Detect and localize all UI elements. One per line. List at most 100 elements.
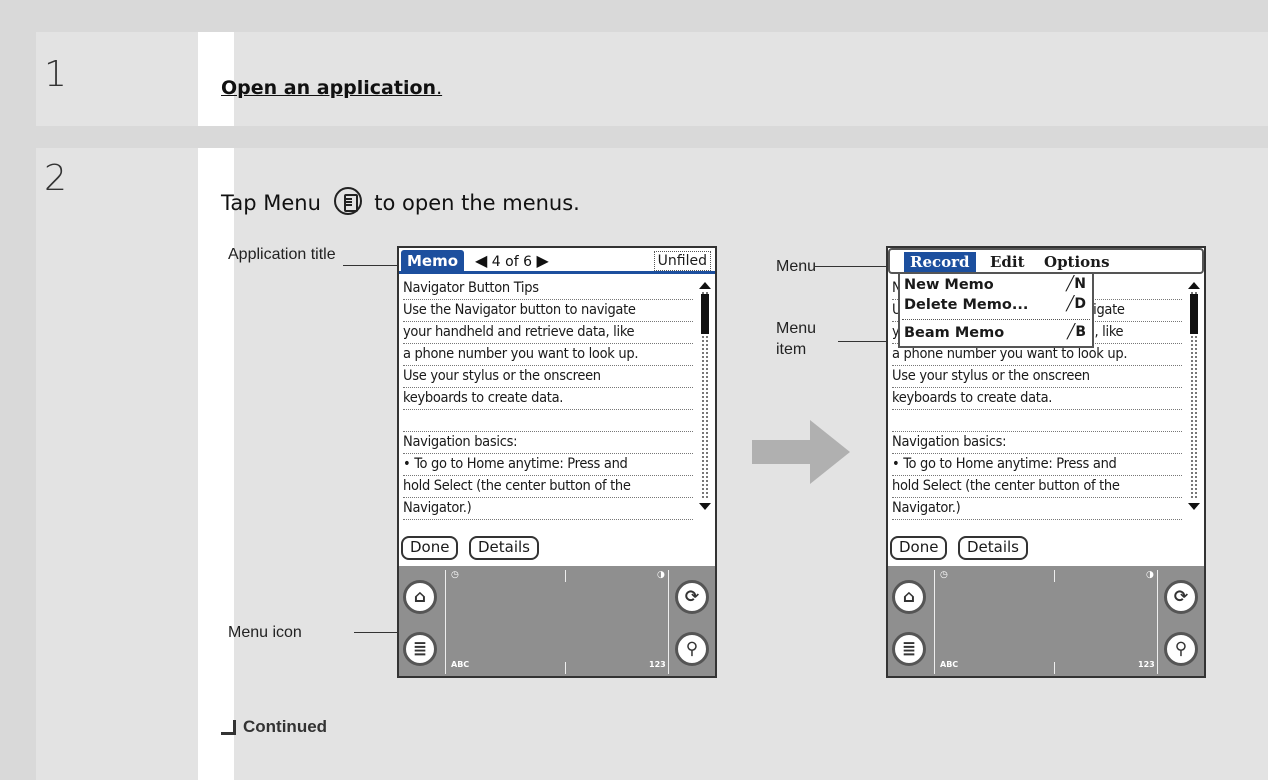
next-record-icon[interactable]: ▶ [536, 251, 548, 270]
memo-line: Use your stylus or the onscreen [892, 366, 1182, 388]
continued-label: Continued [243, 717, 328, 736]
scroll-thumb[interactable] [701, 294, 709, 334]
writing-area[interactable] [934, 570, 1158, 674]
menu-bar: Record Edit Options [888, 248, 1204, 274]
home-icon[interactable]: ⌂ [892, 580, 926, 614]
clock-icon[interactable]: ◷ [451, 570, 459, 580]
writing-divider [1054, 570, 1055, 582]
memo-line: keyboards to create data. [892, 388, 1182, 410]
menu-item-new-memo[interactable]: New Memo [904, 276, 994, 294]
tap-menu-label: Tap Menu [221, 191, 321, 215]
graffiti-area[interactable]: ◷ ◑ ABC 123 ⌂ ≣ ⟳ ⚲ [888, 566, 1204, 676]
menu-icon-leader [354, 632, 400, 633]
menu-separator [902, 319, 1090, 320]
open-menus-label: to open the menus. [374, 191, 580, 215]
step-number-column: 1 [36, 32, 198, 126]
memo-line: hold Select (the center button of the [892, 476, 1182, 498]
numeric-keyboard-label[interactable]: 123 [1138, 660, 1155, 669]
memo-line: Navigator Button Tips [403, 278, 693, 300]
menu-icon[interactable]: ≣ [403, 632, 437, 666]
graffiti-area[interactable]: ◷ ◑ ABC 123 ⌂ ≣ ⟳ ⚲ [399, 566, 715, 676]
memo-line [892, 410, 1182, 432]
details-button[interactable]: Details [958, 536, 1029, 560]
app-title[interactable]: Memo [401, 250, 465, 272]
scroll-up-icon[interactable] [1188, 282, 1200, 289]
writing-divider [1054, 662, 1055, 674]
menu-item-beam-memo[interactable]: Beam Memo [904, 324, 1004, 342]
step-gap [36, 126, 1268, 148]
record-menu-dropdown: New Memo ╱N Delete Memo... ╱D Beam Memo … [898, 272, 1094, 348]
scroll-down-icon[interactable] [1188, 503, 1200, 510]
menu-options[interactable]: Options [1044, 252, 1110, 272]
step-2-text: Tap Menu to open the menus. [221, 187, 580, 218]
writing-divider [565, 570, 566, 582]
handheld-screen-before: Memo ◀ 4 of 6 ▶ Unfiled Navigator Button… [397, 246, 717, 678]
memo-line: Use the Navigator button to navigate [403, 300, 693, 322]
clock-icon[interactable]: ◷ [940, 570, 948, 580]
contrast-icon[interactable]: ◑ [1146, 570, 1154, 580]
shortcut-delete-memo: ╱D [1065, 296, 1086, 312]
numeric-keyboard-label[interactable]: 123 [649, 660, 666, 669]
scroll-thumb[interactable] [1190, 294, 1198, 334]
step-1-period: . [436, 77, 443, 99]
memo-line: hold Select (the center button of the [403, 476, 693, 498]
menu-icon[interactable]: ≣ [892, 632, 926, 666]
contrast-icon[interactable]: ◑ [657, 570, 665, 580]
scrollbar[interactable] [699, 282, 711, 510]
memo-line: keyboards to create data. [403, 388, 693, 410]
menu-leader [814, 266, 888, 267]
shortcut-key: D [1074, 296, 1086, 312]
scrollbar[interactable] [1188, 282, 1200, 510]
menu-item-delete-memo[interactable]: Delete Memo... [904, 296, 1028, 314]
step-number: 2 [44, 158, 67, 199]
memo-line: Navigator.) [892, 498, 1182, 520]
left-margin [0, 0, 36, 780]
record-position: 4 of 6 [491, 254, 532, 270]
details-button[interactable]: Details [469, 536, 540, 560]
find-icon[interactable]: ⚲ [1164, 632, 1198, 666]
application-title-callout: Application title [228, 246, 336, 263]
application-title-leader [343, 265, 397, 266]
shortcut-new-memo: ╱N [1065, 276, 1086, 292]
page: 1 2 Open an application. Tap Menu to ope… [0, 0, 1268, 780]
transition-arrow-icon [752, 420, 850, 484]
memo-line: • To go to Home anytime: Press and [892, 454, 1182, 476]
menu-callout: Menu [776, 258, 817, 275]
column-divider [198, 148, 234, 780]
find-icon[interactable]: ⚲ [675, 632, 709, 666]
favorites-icon[interactable]: ⟳ [675, 580, 709, 614]
abc-keyboard-label[interactable]: ABC [451, 660, 469, 669]
step-number: 1 [44, 54, 67, 95]
title-bar: Memo ◀ 4 of 6 ▶ Unfiled [399, 248, 715, 274]
category-selector[interactable]: Unfiled [653, 251, 711, 271]
done-button[interactable]: Done [890, 536, 948, 560]
favorites-icon[interactable]: ⟳ [1164, 580, 1198, 614]
open-application-link[interactable]: Open an application [221, 77, 436, 99]
menu-item-callout: Menu item [776, 320, 817, 358]
menu-edit[interactable]: Edit [990, 252, 1025, 272]
memo-line: Navigation basics: [403, 432, 693, 454]
menu-icon [333, 187, 362, 215]
memo-line: your handheld and retrieve data, like [403, 322, 693, 344]
menu-icon-callout: Menu icon [228, 624, 302, 641]
shortcut-key: B [1075, 324, 1086, 340]
writing-area[interactable] [445, 570, 669, 674]
previous-record-icon[interactable]: ◀ [475, 251, 487, 270]
continued-arrow-icon [221, 719, 235, 733]
handheld-screen-after: Navigator Button Tips Use the Navigator … [886, 246, 1206, 678]
scroll-down-icon[interactable] [699, 503, 711, 510]
memo-line [403, 410, 693, 432]
memo-line: Navigation basics: [892, 432, 1182, 454]
done-button[interactable]: Done [401, 536, 459, 560]
continued-link[interactable]: Continued [221, 717, 327, 737]
memo-line: a phone number you want to look up. [403, 344, 693, 366]
scroll-up-icon[interactable] [699, 282, 711, 289]
memo-body[interactable]: Navigator Button Tips Use the Navigator … [403, 278, 693, 520]
top-margin [0, 0, 1268, 32]
menu-record[interactable]: Record [904, 252, 976, 272]
memo-line: Navigator.) [403, 498, 693, 520]
home-icon[interactable]: ⌂ [403, 580, 437, 614]
record-navigator: ◀ 4 of 6 ▶ [475, 251, 549, 272]
abc-keyboard-label[interactable]: ABC [940, 660, 958, 669]
step-1-text: Open an application. [221, 77, 442, 99]
